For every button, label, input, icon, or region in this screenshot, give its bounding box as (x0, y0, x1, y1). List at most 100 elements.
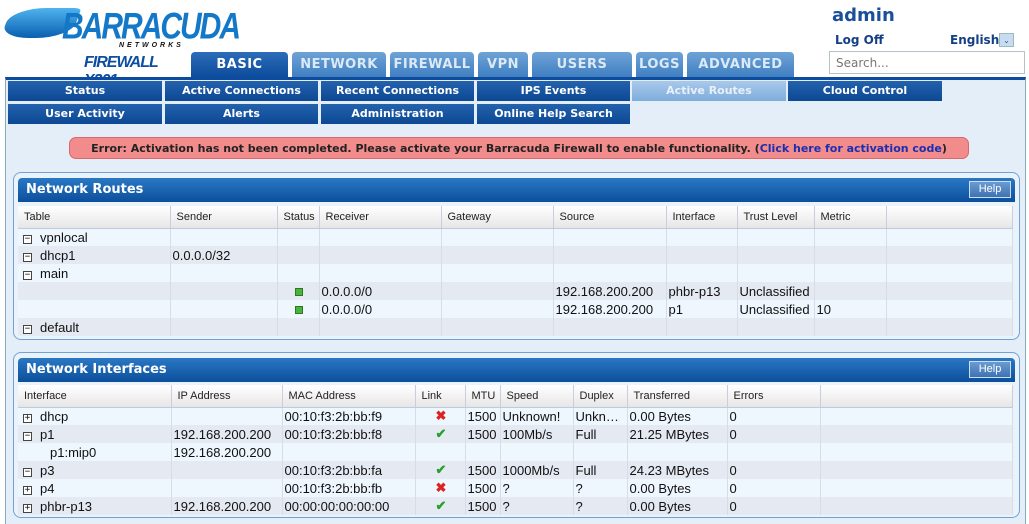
column-header[interactable]: Link (415, 385, 466, 408)
column-header[interactable]: Transferred (627, 385, 728, 408)
cell-speed (500, 443, 574, 461)
column-header[interactable]: Table (18, 206, 171, 229)
tab-network[interactable]: NETWORK (292, 52, 386, 77)
cell-mac: 00:10:f3:2b:bb:f8 (282, 425, 416, 443)
error-banner: Error: Activation has not been completed… (69, 137, 969, 159)
subnav-user-activity[interactable]: User Activity (8, 104, 162, 124)
cell-ip (171, 479, 283, 497)
cell-errors: 0 (727, 497, 821, 515)
x-icon: ✖ (435, 480, 447, 495)
table-row[interactable]: − main (18, 264, 1013, 282)
cell-receiver (319, 318, 442, 336)
column-header[interactable]: Sender (170, 206, 278, 229)
language-select[interactable]: English (950, 33, 999, 47)
cell-sender (170, 300, 278, 318)
subnav-active-routes[interactable]: Active Routes (632, 81, 786, 101)
panel-header: Network Interfaces Help (18, 358, 1015, 382)
expand-icon[interactable]: + (23, 413, 32, 423)
column-header[interactable]: Duplex (573, 385, 628, 408)
tab-vpn[interactable]: VPN (478, 52, 528, 77)
column-header[interactable]: Status (277, 206, 320, 229)
cell-receiver: 0.0.0.0/0 (319, 282, 442, 300)
table-row[interactable]: + dhcp 00:10:f3:2b:bb:f9 ✖ 1500 Unknown! Unkn…… (18, 407, 1013, 425)
expand-icon[interactable]: + (23, 503, 32, 513)
column-header[interactable]: Receiver (319, 206, 442, 229)
table-row[interactable]: 0.0.0.0/0 192.168.200.200 p1 Unclassified 10 (18, 300, 1013, 318)
search-input[interactable] (829, 51, 1025, 74)
column-header[interactable]: Speed (500, 385, 574, 408)
collapse-icon[interactable]: − (23, 467, 32, 477)
subnav-alerts[interactable]: Alerts (165, 104, 318, 124)
collapse-icon[interactable]: − (23, 270, 32, 280)
cell-link (415, 443, 466, 461)
cell-gateway (441, 282, 554, 300)
tab-basic[interactable]: BASIC (191, 52, 288, 77)
column-header[interactable]: Interface (18, 385, 172, 408)
column-header[interactable]: Gateway (441, 206, 554, 229)
activation-link[interactable]: Click here for activation code (760, 142, 942, 155)
filler-cell (820, 497, 1013, 515)
subnav-online-help-search[interactable]: Online Help Search (477, 104, 630, 124)
cell-mac: 00:10:f3:2b:bb:f9 (282, 407, 416, 425)
tab-logs[interactable]: LOGS (636, 52, 683, 77)
status-green-icon (295, 287, 303, 296)
tab-advanced[interactable]: ADVANCED (687, 52, 794, 77)
collapse-icon[interactable]: − (23, 431, 32, 441)
tab-firewall[interactable]: FIREWALL (390, 52, 474, 77)
cell-metric (814, 264, 887, 282)
tab-users[interactable]: USERS (532, 52, 632, 77)
cell-mac: 00:00:00:00:00:00 (282, 497, 416, 515)
collapse-icon[interactable]: − (23, 324, 32, 334)
collapse-icon[interactable]: − (23, 252, 32, 262)
subnav-recent-connections[interactable]: Recent Connections (321, 81, 474, 101)
error-message: Activation has not been completed. Pleas… (130, 142, 760, 155)
help-button[interactable]: Help (969, 361, 1011, 378)
table-row[interactable]: − p1 192.168.200.200 00:10:f3:2b:bb:f8 ✔ 1500… (18, 425, 1013, 443)
cell-table (18, 282, 171, 300)
cell-errors (727, 443, 821, 461)
cell-ip: 192.168.200.200 (171, 443, 283, 461)
column-header[interactable]: Source (553, 206, 667, 229)
table-row[interactable]: 0.0.0.0/0 192.168.200.200 phbr-p13 Unclassi… (18, 282, 1013, 300)
help-button[interactable]: Help (969, 181, 1011, 198)
table-row[interactable]: + p4 00:10:f3:2b:bb:fb ✖ 1500?? 0.00 Bytes 0 (18, 479, 1013, 497)
cell-mac: 00:10:f3:2b:bb:fa (282, 461, 416, 479)
table-row[interactable]: + phbr-p13 192.168.200.200 00:00:00:00:00:0… (18, 497, 1013, 515)
log-off-link[interactable]: Log Off (835, 33, 884, 47)
route-table-name: main (40, 265, 69, 281)
chevron-down-icon[interactable]: ⌄ (999, 33, 1014, 47)
column-header[interactable]: Trust Level (737, 206, 815, 229)
cell-duplex (573, 443, 628, 461)
column-header[interactable]: Interface (666, 206, 738, 229)
column-header[interactable]: IP Address (171, 385, 283, 408)
table-row[interactable]: − vpnlocal (18, 228, 1013, 246)
table-row[interactable]: − default (18, 318, 1013, 336)
subnav-administration[interactable]: Administration (321, 104, 474, 124)
table-row[interactable]: − dhcp1 0.0.0.0/32 (18, 246, 1013, 264)
subnav-ips-events[interactable]: IPS Events (477, 81, 630, 101)
subnav-active-connections[interactable]: Active Connections (165, 81, 318, 101)
column-header[interactable]: Errors (727, 385, 821, 408)
column-header[interactable]: Metric (814, 206, 887, 229)
cell-speed: ? (500, 497, 574, 515)
cell-status (277, 246, 320, 264)
table-row[interactable]: − p3 00:10:f3:2b:bb:fa ✔ 1500 1000Mb/s Full 24.… (18, 461, 1013, 479)
subnav-cloud-control[interactable]: Cloud Control (788, 81, 942, 101)
subnav-status[interactable]: Status (8, 81, 162, 101)
check-icon: ✔ (435, 462, 447, 477)
cell-mtu: 1500 (465, 461, 501, 479)
error-label: Error: (91, 142, 127, 155)
cell-metric: 10 (814, 300, 887, 318)
filler-cell (886, 282, 1013, 300)
network-interfaces-panel: Network Interfaces Help Interface IP Addr… (13, 352, 1020, 518)
cell-sender (170, 282, 278, 300)
routes-table: Table Sender Status Receiver Gateway Source In… (18, 206, 1013, 336)
filler-cell (820, 407, 1013, 425)
cell-link: ✔ (415, 497, 466, 515)
table-row[interactable]: p1:mip0 192.168.200.200 (18, 443, 1013, 461)
expand-icon[interactable]: + (23, 485, 32, 495)
collapse-icon[interactable]: − (23, 234, 32, 244)
cell-name: − p1 (18, 425, 172, 443)
column-header[interactable]: MTU (465, 385, 501, 408)
column-header[interactable]: MAC Address (282, 385, 416, 408)
